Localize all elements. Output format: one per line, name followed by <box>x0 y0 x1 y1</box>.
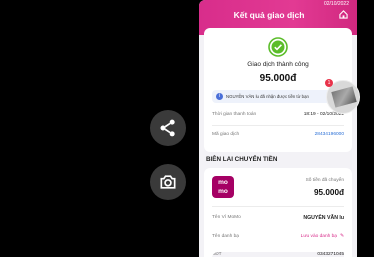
notice-text: NGUYỄN VĂN lu đã nhận được tiền từ bạn <box>226 94 309 99</box>
save-contact-link[interactable]: Lưu vào danh bạ ✎ <box>301 234 344 239</box>
wallet-name-row: Tên Ví MoMo NGUYỄN VĂN lu <box>212 215 344 225</box>
status-bar-date: 02/10/2022 <box>323 1 349 7</box>
contact-name-label: Tên danh bạ <box>212 234 239 239</box>
avatar-image <box>331 86 357 108</box>
phone-value: 0343271045 <box>317 252 344 257</box>
divider <box>212 125 344 126</box>
transaction-status: Giao dịch thành công <box>247 61 309 68</box>
divider <box>212 206 344 207</box>
phone-screen: 02/10/2022 Kết quả giao dịch Giao dịch t… <box>199 0 357 257</box>
logo-text-top: mo <box>218 179 228 186</box>
notification-badge: 1 <box>325 79 333 87</box>
screenshot-button[interactable] <box>150 164 186 200</box>
wallet-name-label: Tên Ví MoMo <box>212 215 241 220</box>
payment-time-row: Thời gian thanh toán 18:19 - 02/10/2022 <box>212 112 344 122</box>
contact-name-row[interactable]: Tên danh bạ Lưu vào danh bạ ✎ <box>212 234 344 244</box>
momo-logo: mo mo <box>212 176 234 198</box>
payment-time-label: Thời gian thanh toán <box>212 112 257 117</box>
pencil-icon[interactable]: ✎ <box>340 234 344 239</box>
share-button[interactable] <box>150 110 186 146</box>
receipt-card: mo mo Số tiền đã chuyển 95.000đ Tên Ví M… <box>204 168 352 257</box>
transaction-code-label: Mã giao dịch <box>212 132 240 137</box>
phone-row: SĐT 0343271045 <box>212 252 344 257</box>
check-circle-icon <box>268 37 288 57</box>
transaction-code-row: Mã giao dịch 28434196000 <box>212 132 344 142</box>
camera-icon <box>160 175 176 189</box>
info-icon: i <box>216 93 223 100</box>
sent-amount-label: Số tiền đã chuyển <box>305 178 344 183</box>
receipt-section-title: BIÊN LAI CHUYỂN TIỀN <box>206 156 278 163</box>
transaction-code-value[interactable]: 28434196000 <box>315 132 344 137</box>
share-icon <box>160 119 175 137</box>
screen: 02/10/2022 Kết quả giao dịch Giao dịch t… <box>0 0 374 257</box>
sent-amount: 95.000đ <box>313 188 344 197</box>
save-contact-text[interactable]: Lưu vào danh bạ <box>301 234 337 239</box>
wallet-name-value: NGUYỄN VĂN lu <box>303 215 344 221</box>
page-title: Kết quả giao dịch <box>233 10 305 20</box>
phone-label: SĐT <box>212 252 222 257</box>
home-icon[interactable] <box>339 10 348 19</box>
logo-text-bottom: mo <box>218 188 228 195</box>
